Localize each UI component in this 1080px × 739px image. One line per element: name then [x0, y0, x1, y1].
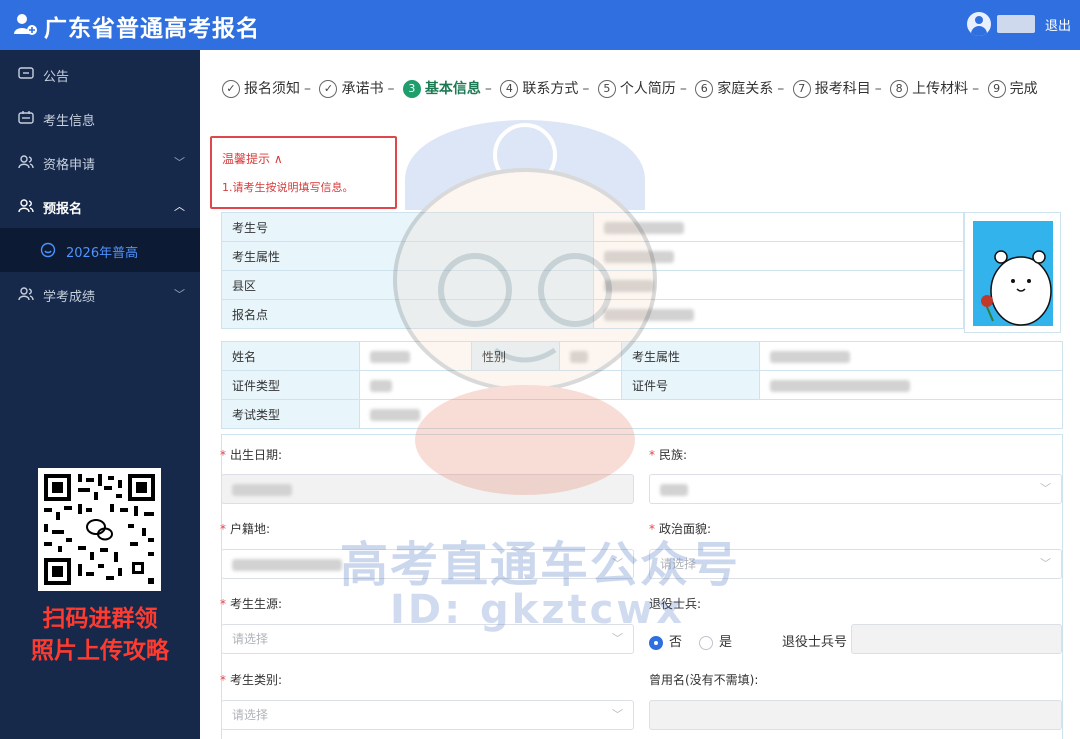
- chevron-up-icon: ︿: [174, 200, 185, 213]
- user-name-blurred: [997, 15, 1035, 33]
- veteran-number-field[interactable]: [851, 624, 1062, 654]
- chevron-down-icon: ﹀: [174, 288, 185, 301]
- step-8[interactable]: 8 上传材料 –: [890, 78, 983, 98]
- birth-date-label: * 出生日期:: [220, 448, 283, 462]
- label-exam-type: 考试类型: [221, 399, 360, 429]
- sidebar-item-academic-scores[interactable]: 学考成绩 ﹀: [0, 272, 200, 316]
- sidebar-item-pre-registration[interactable]: 预报名 ︿: [0, 184, 200, 228]
- veteran-label: 退役士兵:: [649, 597, 702, 611]
- sidebar-item-label: 公告: [43, 70, 70, 85]
- ethnicity-select[interactable]: ﹀: [649, 474, 1062, 504]
- step-4[interactable]: 4 联系方式 –: [500, 78, 593, 98]
- blurred-value: [570, 350, 588, 363]
- label-id-type: 证件类型: [221, 370, 360, 400]
- chevron-down-icon: ﹀: [1040, 482, 1051, 495]
- sidebar-item-label: 预报名: [43, 202, 83, 217]
- veteran-no-radio[interactable]: 否: [649, 631, 682, 650]
- blurred-value: [370, 408, 420, 421]
- political-status-label: * 政治面貌:: [649, 522, 712, 536]
- blurred-value: [604, 250, 674, 263]
- tip-box: 温馨提示 ∧ 1.请考生按说明填写信息。: [210, 136, 397, 209]
- category-select[interactable]: 请选择 ﹀: [221, 700, 634, 730]
- progress-steps: ✓ 报名须知 – ✓ 承诺书 – 3 基本信息 – 4 联系方式 – 5 个人简历 – 6 家庭关系 –…: [222, 78, 1038, 100]
- qr-code-image: [38, 468, 161, 591]
- blurred-value: [604, 221, 684, 234]
- step-2[interactable]: ✓ 承诺书 –: [319, 78, 398, 98]
- source-select[interactable]: 请选择 ﹀: [221, 624, 634, 654]
- step-6[interactable]: 6 家庭关系 –: [695, 78, 788, 98]
- top-bar: 广东省普通高考报名 退出: [0, 0, 1080, 50]
- promo-text: 扫码进群领 照片上传攻略: [31, 606, 169, 664]
- label-registration-site: 报名点: [221, 299, 594, 329]
- users-icon: [18, 199, 34, 213]
- source-label: * 考生生源:: [220, 597, 283, 611]
- label-candidate-attr-2: 考生属性: [621, 341, 760, 371]
- blurred-value: [370, 379, 392, 392]
- sidebar-item-announcement[interactable]: 公告: [0, 52, 200, 96]
- app-title: 广东省普通高考报名: [44, 16, 260, 42]
- users-icon: [18, 155, 34, 169]
- avatar-icon[interactable]: [967, 12, 991, 36]
- chevron-down-icon: ﹀: [612, 708, 623, 721]
- ethnicity-label: * 民族:: [649, 448, 688, 462]
- step-9[interactable]: 9 完成: [987, 78, 1038, 98]
- step-7[interactable]: 7 报考科目 –: [792, 78, 886, 98]
- tip-toggle[interactable]: 温馨提示 ∧: [222, 150, 385, 167]
- id-card-icon: [18, 111, 34, 124]
- photo-frame: [964, 212, 1061, 333]
- chevron-down-icon: ﹀: [174, 156, 185, 169]
- blurred-value: [770, 350, 850, 363]
- sidebar-item-candidate-info[interactable]: 考生信息: [0, 96, 200, 140]
- info-table-2: 姓名 性别 考生属性 证件类型 证件号 考试类型: [221, 341, 1063, 429]
- chevron-down-icon: ﹀: [612, 557, 623, 570]
- sidebar-item-qualification[interactable]: 资格申请 ﹀: [0, 140, 200, 184]
- tip-text: 1.请考生按说明填写信息。: [222, 181, 354, 194]
- step-3[interactable]: 3 基本信息 –: [402, 78, 496, 98]
- household-select[interactable]: ﹀: [221, 549, 634, 579]
- label-name: 姓名: [221, 341, 360, 371]
- step-1[interactable]: ✓ 报名须知 –: [222, 78, 315, 98]
- blurred-value: [370, 350, 410, 363]
- logout-button[interactable]: 退出: [1045, 15, 1071, 34]
- veteran-yes-radio[interactable]: 是: [699, 631, 732, 650]
- blurred-value: [770, 379, 910, 392]
- sidebar-item-label: 资格申请: [43, 158, 96, 173]
- sidebar-item-2026[interactable]: 2026年普高: [0, 228, 200, 272]
- users-icon: [18, 287, 34, 301]
- sidebar: 公告 考生信息 资格申请 ﹀ 预报名 ︿ 2026年普高 学考成绩 ﹀ 扫码进群…: [0, 50, 200, 739]
- veteran-number-label: 退役士兵号: [782, 635, 848, 650]
- candidate-photo: [973, 221, 1053, 326]
- sidebar-item-label: 考生信息: [43, 114, 96, 129]
- main-content: ✓ 报名须知 – ✓ 承诺书 – 3 基本信息 – 4 联系方式 – 5 个人简历 – 6 家庭关系 –…: [200, 50, 1080, 739]
- label-exam-number: 考生号: [221, 212, 594, 242]
- chevron-down-icon: ﹀: [612, 632, 623, 645]
- label-id-number: 证件号: [621, 370, 760, 400]
- sidebar-item-label: 学考成绩: [43, 290, 96, 305]
- former-name-field[interactable]: [649, 700, 1062, 730]
- blurred-value: [604, 308, 694, 321]
- political-status-select[interactable]: 请选择 ﹀: [649, 549, 1062, 579]
- label-county: 县区: [221, 270, 594, 300]
- user-add-icon: [14, 14, 37, 35]
- chevron-down-icon: ﹀: [1040, 557, 1051, 570]
- blurred-value: [604, 279, 654, 292]
- category-label: * 考生类别:: [220, 673, 283, 687]
- info-table-1: 考生号 考生属性 县区 报名点: [221, 212, 964, 329]
- sidebar-item-label: 2026年普高: [66, 246, 139, 261]
- label-candidate-attr: 考生属性: [221, 241, 594, 271]
- former-name-label: 曾用名(没有不需填):: [649, 673, 759, 687]
- step-5[interactable]: 5 个人简历 –: [597, 78, 691, 98]
- monitor-icon: [18, 67, 34, 79]
- household-label: * 户籍地:: [220, 522, 271, 536]
- label-gender: 性别: [471, 341, 560, 371]
- smile-icon: [40, 242, 56, 258]
- birth-date-field[interactable]: [221, 474, 634, 504]
